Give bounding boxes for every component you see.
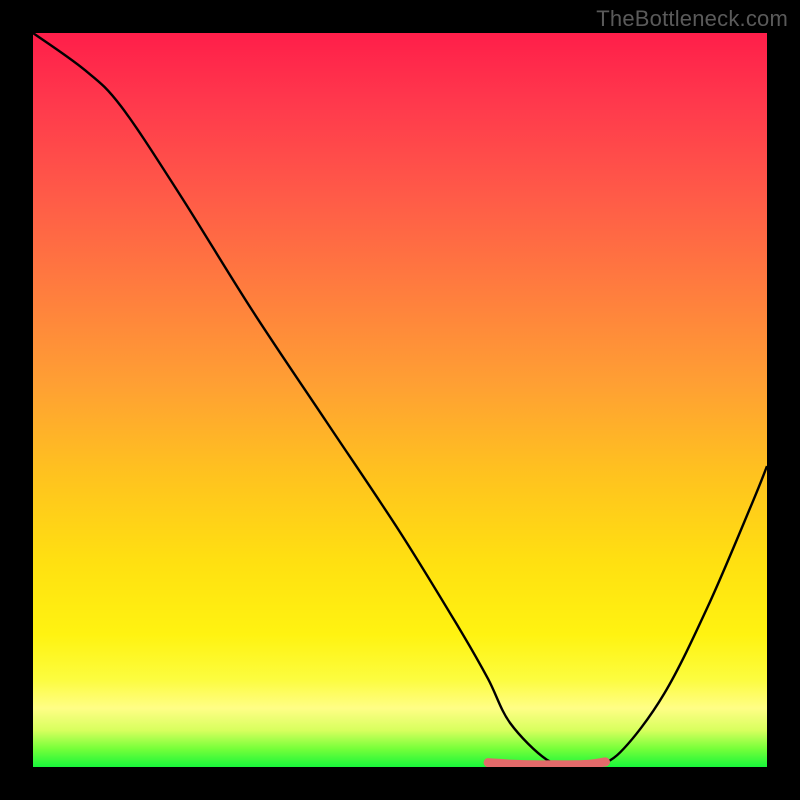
plot-area	[33, 33, 767, 767]
chart-frame: TheBottleneck.com	[0, 0, 800, 800]
optimal-segment-path	[488, 762, 605, 765]
bottleneck-curve-svg	[33, 33, 767, 767]
watermark-text: TheBottleneck.com	[596, 6, 788, 32]
bottleneck-curve-path	[33, 33, 767, 767]
